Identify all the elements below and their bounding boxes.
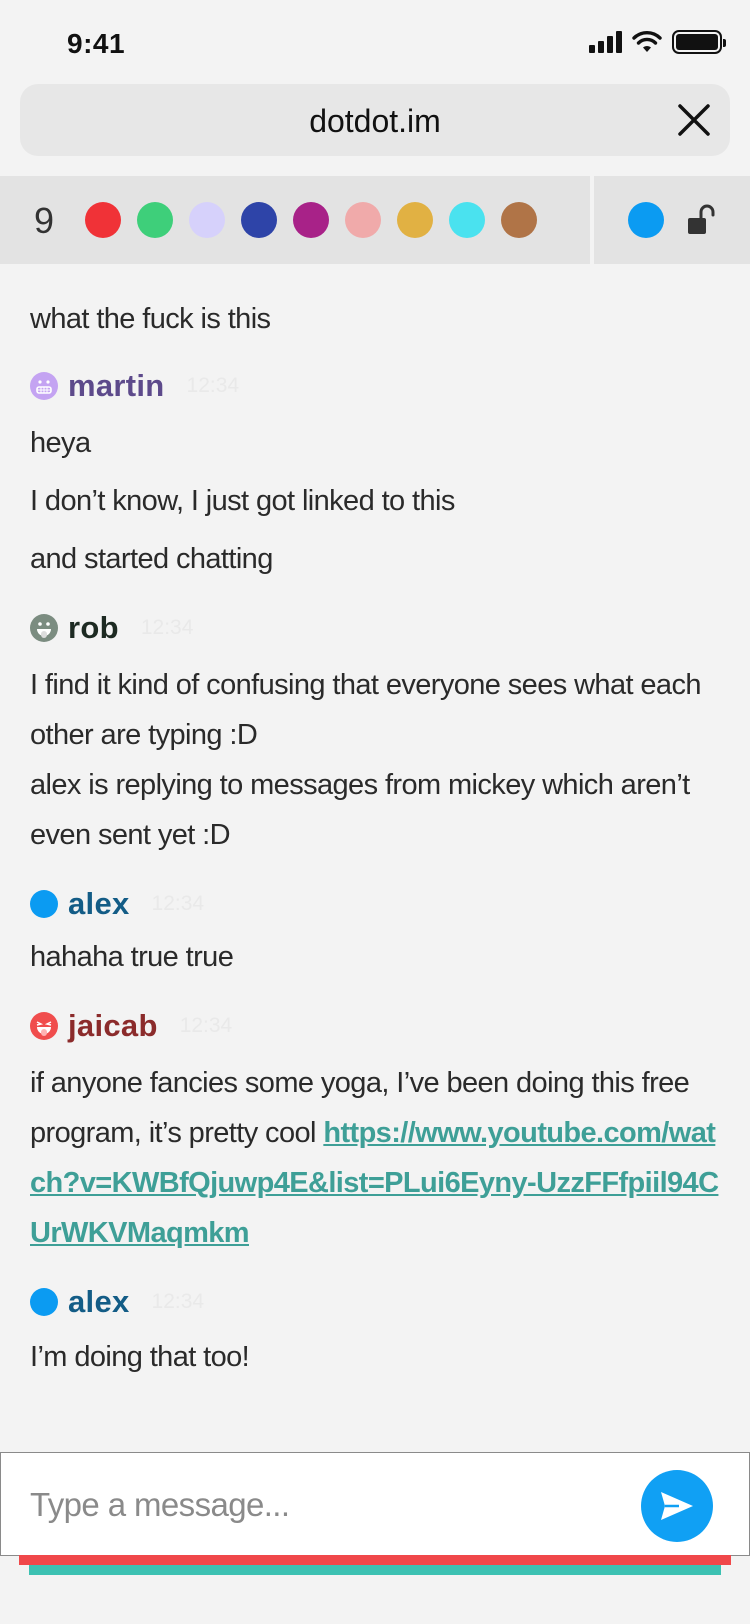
message-list: what the fuck is this martin 12:34 heya … (30, 300, 720, 1382)
grimace-emoji-avatar-icon (30, 372, 58, 400)
message-text: I’m doing that too! (30, 1341, 250, 1373)
message-group: alex 12:34 hahaha true true (30, 884, 720, 982)
signal-icon (589, 31, 622, 53)
timestamp: 12:34 (151, 892, 205, 915)
unlocked-padlock-icon[interactable] (686, 204, 716, 236)
user-dot[interactable] (449, 202, 485, 238)
user-dot[interactable] (501, 202, 537, 238)
close-icon[interactable] (674, 100, 714, 140)
status-time: 9:41 (67, 28, 126, 59)
author-name[interactable]: alex (68, 1284, 130, 1320)
tongue-emoji-avatar-icon (30, 614, 58, 642)
user-dot[interactable] (293, 202, 329, 238)
message-text: I don’t know, I just got linked to this (30, 485, 455, 517)
message-text: what the fuck is this (30, 303, 271, 335)
status-bar: 9:41 (0, 0, 750, 84)
message-author: rob 12:34 (30, 608, 720, 648)
url-text: dotdot.im (309, 103, 441, 139)
message-author: martin 12:34 (30, 366, 720, 406)
my-controls (594, 176, 750, 264)
user-dot[interactable] (345, 202, 381, 238)
message-group: alex 12:34 I’m doing that too! (30, 1282, 720, 1382)
users-bar: 9 (0, 176, 750, 264)
author-name[interactable]: martin (68, 368, 165, 404)
online-users: 9 (0, 176, 590, 264)
address-bar[interactable]: dotdot.im (20, 84, 730, 156)
send-icon (661, 1492, 693, 1520)
message-input[interactable] (30, 1475, 610, 1535)
author-name[interactable]: alex (68, 886, 130, 922)
user-dot[interactable] (189, 202, 225, 238)
user-dot[interactable] (397, 202, 433, 238)
wifi-icon (632, 31, 662, 52)
user-dot[interactable] (241, 202, 277, 238)
timestamp: 12:34 (151, 1290, 205, 1313)
timestamp: 12:34 (140, 616, 194, 639)
message-text: and started chatting (30, 543, 273, 575)
status-icons (589, 30, 726, 54)
message-author: jaicab 12:34 (30, 1006, 720, 1046)
user-count: 9 (34, 200, 55, 241)
message-text: I find it kind of confusing that everyon… (30, 669, 701, 751)
message-author: alex 12:34 (30, 1282, 720, 1322)
message-text: heya (30, 427, 91, 459)
tongue-emoji-avatar-icon (30, 1012, 58, 1040)
avatar-dot (30, 1288, 58, 1316)
typing-indicator-red (19, 1555, 731, 1565)
timestamp: 12:34 (186, 374, 240, 397)
send-button[interactable] (641, 1470, 713, 1542)
message-text: alex is replying to messages from mickey… (30, 769, 690, 851)
typing-indicator-teal (29, 1565, 721, 1575)
my-color-dot[interactable] (628, 202, 664, 238)
message-text: if anyone fancies some yoga, I’ve been d… (30, 1058, 720, 1258)
message-composer (0, 1452, 750, 1556)
avatar-dot (30, 890, 58, 918)
message-group: jaicab 12:34 if anyone fancies some yoga… (30, 1006, 720, 1258)
author-name[interactable]: rob (68, 610, 119, 646)
message-group: martin 12:34 heya I don’t know, I just g… (30, 366, 720, 584)
message-group: rob 12:34 I find it kind of confusing th… (30, 608, 720, 860)
timestamp: 12:34 (179, 1014, 233, 1037)
message-text: hahaha true true (30, 941, 234, 973)
battery-icon (672, 30, 726, 54)
message-author: alex 12:34 (30, 884, 720, 924)
user-dot[interactable] (85, 202, 121, 238)
author-name[interactable]: jaicab (68, 1008, 158, 1044)
user-dot[interactable] (137, 202, 173, 238)
